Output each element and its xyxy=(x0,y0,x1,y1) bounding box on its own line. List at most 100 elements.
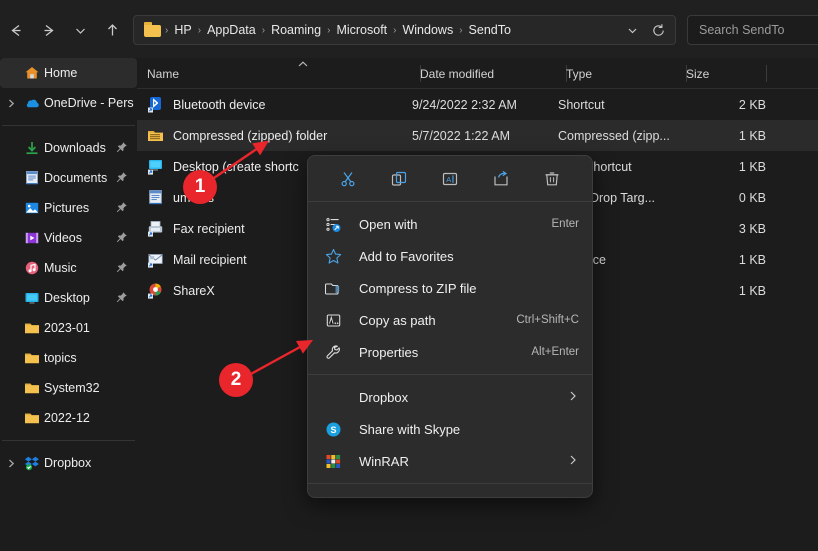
context-menu-toolbar: A xyxy=(308,156,592,201)
column-header-date-modified[interactable]: Date modified xyxy=(410,58,494,89)
column-header-name[interactable]: Name xyxy=(137,58,179,89)
table-row[interactable]: Bluetooth device9/24/2022 2:32 AMShortcu… xyxy=(137,89,818,120)
table-row[interactable]: Compressed (zipped) folder 5/7/2022 1:22 … xyxy=(137,120,818,151)
search-box[interactable] xyxy=(687,15,818,45)
sidebar-item-videos[interactable]: Videos xyxy=(0,223,137,253)
menu-item-icon xyxy=(321,312,345,329)
rename-button[interactable]: A xyxy=(433,164,467,194)
sidebar-icon-wrap xyxy=(20,95,44,111)
sidebar-item-pictures[interactable]: Pictures xyxy=(0,193,137,223)
menu-item-label: Dropbox xyxy=(359,390,408,405)
pin-icon[interactable] xyxy=(116,291,128,306)
sidebar-item-music[interactable]: Music xyxy=(0,253,137,283)
menu-item-add-to-favorites[interactable]: Add to Favorites xyxy=(308,240,592,272)
chevron-right-icon[interactable] xyxy=(568,390,578,405)
pin-icon[interactable] xyxy=(116,231,128,246)
file-size: 1 KB xyxy=(678,160,766,174)
file-name-cell: Fax recipient xyxy=(147,220,245,237)
downloads-icon xyxy=(24,140,40,156)
menu-item-icon xyxy=(321,344,345,361)
menu-item-label: Compress to ZIP file xyxy=(359,281,477,296)
menu-item-icon xyxy=(321,248,345,265)
breadcrumb-item[interactable]: Windows xyxy=(397,20,458,40)
menu-item-winrar[interactable]: WinRAR xyxy=(308,445,592,477)
breadcrumb-item[interactable]: Roaming xyxy=(266,20,326,40)
sidebar-item-label: System32 xyxy=(44,381,100,395)
sidebar-item-desktop[interactable]: Desktop xyxy=(0,283,137,313)
chevron-down-icon[interactable] xyxy=(619,24,645,37)
file-name: Compressed (zipped) folder xyxy=(173,129,327,143)
chevron-right-icon[interactable] xyxy=(3,458,20,469)
breadcrumb-item[interactable]: AppData xyxy=(202,20,261,40)
file-name: Bluetooth device xyxy=(173,98,265,112)
sidebar-item-label: OneDrive - Pers xyxy=(44,96,134,110)
menu-item-label: Properties xyxy=(359,345,418,360)
sidebar-item-2022-12[interactable]: 2022-12 xyxy=(0,403,137,433)
desktop-icon xyxy=(24,290,40,306)
menu-item-open-with[interactable]: Open withEnter xyxy=(308,208,592,240)
documents-icon xyxy=(24,170,40,186)
breadcrumb-item[interactable]: HP xyxy=(169,20,196,40)
pin-icon[interactable] xyxy=(116,201,128,216)
refresh-icon[interactable] xyxy=(645,23,671,38)
file-date: 9/24/2022 2:32 AM xyxy=(412,98,517,112)
sidebar-item-label: Pictures xyxy=(44,201,89,215)
menu-item-properties[interactable]: PropertiesAlt+Enter xyxy=(308,336,592,368)
sidebar-icon-wrap xyxy=(20,320,44,336)
sidebar-item-topics[interactable]: topics xyxy=(0,343,137,373)
pin-icon[interactable] xyxy=(116,141,128,156)
breadcrumb-item[interactable]: Microsoft xyxy=(331,20,392,40)
forward-button[interactable] xyxy=(32,16,64,44)
svg-text:S: S xyxy=(330,425,336,435)
sidebar-item-home[interactable]: Home xyxy=(0,58,137,88)
sidebar-item-downloads[interactable]: Downloads xyxy=(0,133,137,163)
column-header-type[interactable]: Type xyxy=(556,58,592,89)
sidebar-item-dropbox[interactable]: Dropbox xyxy=(0,448,137,478)
menu-item-copy-as-path[interactable]: Copy as pathCtrl+Shift+C xyxy=(308,304,592,336)
sidebar-item-2023-01[interactable]: 2023-01 xyxy=(0,313,137,343)
column-header-size[interactable]: Size xyxy=(676,58,709,89)
zip-icon xyxy=(325,280,342,297)
pin-icon[interactable] xyxy=(116,171,128,186)
sidebar-icon-wrap xyxy=(20,350,44,366)
column-divider[interactable] xyxy=(766,65,767,82)
sidebar-item-onedrive-pers[interactable]: OneDrive - Pers xyxy=(0,88,137,118)
breadcrumb-item[interactable]: SendTo xyxy=(464,20,516,40)
dropbox-icon xyxy=(24,455,40,471)
menu-item-share-with-skype[interactable]: S Share with Skype xyxy=(308,413,592,445)
folder-icon xyxy=(144,22,162,38)
address-bar[interactable]: ›HP›AppData›Roaming›Microsoft›Windows›Se… xyxy=(133,15,676,45)
menu-item-shortcut: Ctrl+Shift+C xyxy=(516,314,579,326)
sidebar-icon-wrap xyxy=(20,170,44,186)
file-size: 3 KB xyxy=(678,222,766,236)
sidebar-item-system32[interactable]: System32 xyxy=(0,373,137,403)
copy-button[interactable] xyxy=(382,164,416,194)
file-size: 1 KB xyxy=(678,284,766,298)
menu-item-label: Share with Skype xyxy=(359,422,460,437)
menu-item-dropbox[interactable]: Dropbox xyxy=(308,381,592,413)
pin-icon[interactable] xyxy=(116,261,128,276)
menu-item-show-more-options[interactable]: Show more optionsShift+F10 xyxy=(308,490,592,498)
chevron-right-icon[interactable] xyxy=(568,454,578,469)
sort-ascending-icon xyxy=(297,60,309,70)
delete-button[interactable] xyxy=(535,164,569,194)
share-button[interactable] xyxy=(484,164,518,194)
back-button[interactable] xyxy=(0,16,32,44)
folder-icon xyxy=(24,320,40,336)
file-name: ShareX xyxy=(173,284,215,298)
sidebar-item-documents[interactable]: Documents xyxy=(0,163,137,193)
menu-item-compress-to-zip-file[interactable]: Compress to ZIP file xyxy=(308,272,592,304)
recent-locations-button[interactable] xyxy=(64,16,96,44)
sidebar-icon-wrap xyxy=(20,140,44,156)
cut-button[interactable] xyxy=(331,164,365,194)
up-button[interactable] xyxy=(96,16,128,44)
sidebar-item-label: Dropbox xyxy=(44,456,91,470)
sidebar-item-label: Desktop xyxy=(44,291,90,305)
file-name: Fax recipient xyxy=(173,222,245,236)
chevron-right-icon[interactable] xyxy=(3,98,20,109)
sidebar-item-label: 2023-01 xyxy=(44,321,90,335)
file-date: 5/7/2022 1:22 AM xyxy=(412,129,510,143)
search-input[interactable] xyxy=(699,23,818,37)
winrar-icon xyxy=(325,453,342,470)
menu-item-label: WinRAR xyxy=(359,454,409,469)
